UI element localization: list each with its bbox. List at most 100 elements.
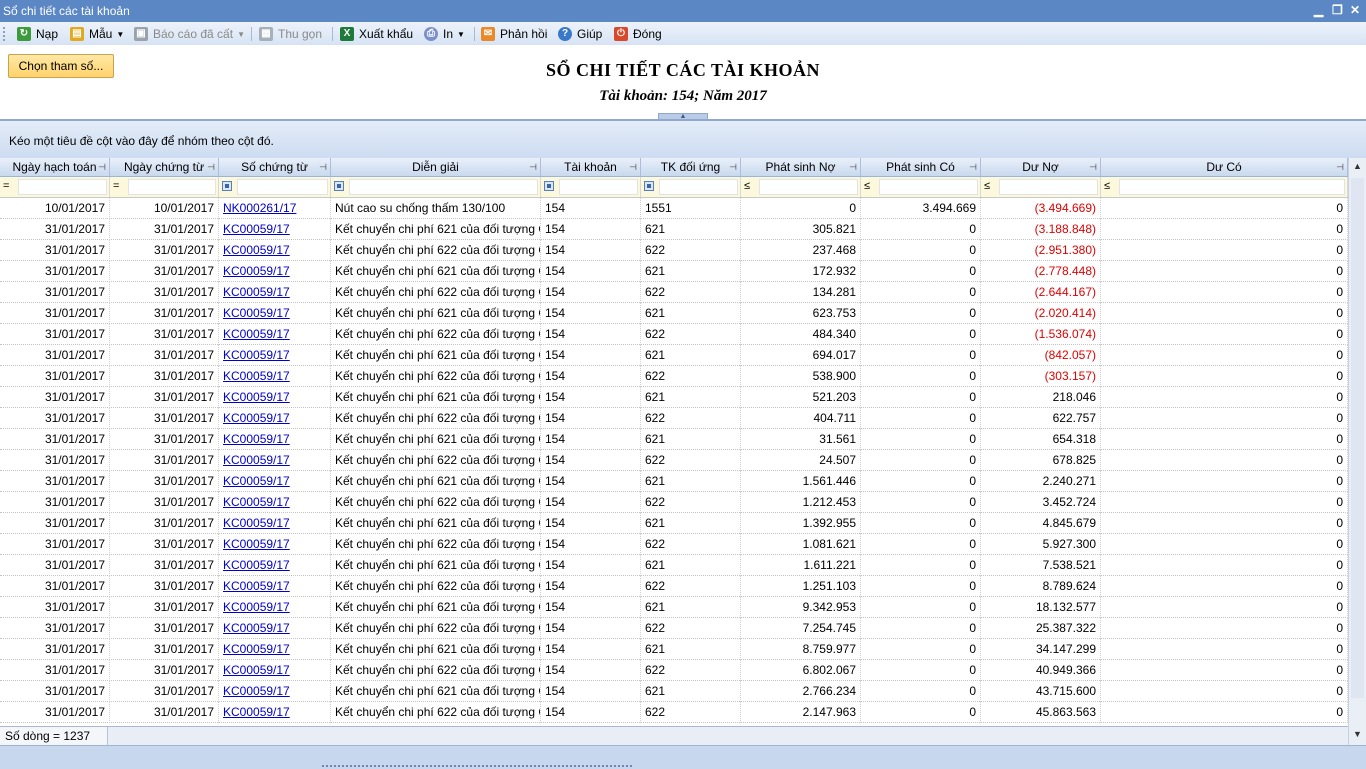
column-header-posting-date[interactable]: Ngày hạch toán ⊣ <box>0 158 110 176</box>
cell-doc-number[interactable]: KC00059/17 <box>219 240 331 261</box>
table-row[interactable]: 31/01/2017 31/01/2017 KC00059/17 Kết chuyển… <box>0 576 1348 597</box>
column-header-description[interactable]: Diễn giải ⊣ <box>331 158 541 176</box>
column-header-debit[interactable]: Phát sinh Nợ ⊣ <box>741 158 861 176</box>
cell-doc-number[interactable]: KC00059/17 <box>219 618 331 639</box>
pin-icon[interactable]: ⊣ <box>529 158 537 176</box>
cell-doc-number[interactable]: KC00059/17 <box>219 345 331 366</box>
table-row[interactable]: 31/01/2017 31/01/2017 KC00059/17 Kết chuyển… <box>0 660 1348 681</box>
cell-doc-number[interactable]: KC00059/17 <box>219 219 331 240</box>
cell-doc-number[interactable]: KC00059/17 <box>219 681 331 702</box>
cell-doc-number[interactable]: KC00059/17 <box>219 534 331 555</box>
pin-icon[interactable]: ⊣ <box>969 158 977 176</box>
column-header-credit-balance[interactable]: Dư Có ⊣ <box>1101 158 1348 176</box>
vertical-scrollbar[interactable]: ▲ ▼ <box>1348 158 1366 745</box>
table-row[interactable]: 31/01/2017 31/01/2017 KC00059/17 Kết chuyển… <box>0 366 1348 387</box>
filter-input[interactable] <box>349 179 538 195</box>
cell-doc-number[interactable]: KC00059/17 <box>219 366 331 387</box>
pin-icon[interactable]: ⊣ <box>1089 158 1097 176</box>
cell-doc-number[interactable]: KC00059/17 <box>219 282 331 303</box>
table-row[interactable]: 31/01/2017 31/01/2017 KC00059/17 Kết chuyển… <box>0 555 1348 576</box>
minimize-icon[interactable]: ▁ <box>1314 3 1323 17</box>
table-row[interactable]: 31/01/2017 31/01/2017 KC00059/17 Kết chuyển… <box>0 618 1348 639</box>
filter-input[interactable] <box>879 179 978 195</box>
reload-button[interactable]: ↻ Nạp <box>17 25 58 43</box>
toolbar-grip[interactable] <box>3 27 8 41</box>
pin-icon[interactable]: ⊣ <box>849 158 857 176</box>
filter-input[interactable] <box>759 179 858 195</box>
column-header-counter-account[interactable]: TK đối ứng ⊣ <box>641 158 741 176</box>
restore-icon[interactable]: ❐ <box>1332 3 1343 17</box>
table-row[interactable]: 31/01/2017 31/01/2017 KC00059/17 Kết chuyển… <box>0 681 1348 702</box>
table-row[interactable]: 31/01/2017 31/01/2017 KC00059/17 Kết chuyển… <box>0 345 1348 366</box>
pin-icon[interactable]: ⊣ <box>98 158 106 176</box>
cell-doc-number[interactable]: NK000261/17 <box>219 198 331 219</box>
saved-reports-button[interactable]: ▣ Báo cáo đã cất ▼ <box>134 25 245 43</box>
table-row[interactable]: 31/01/2017 31/01/2017 KC00059/17 Kết chuyển… <box>0 597 1348 618</box>
table-row[interactable]: 31/01/2017 31/01/2017 KC00059/17 Kết chuyển… <box>0 261 1348 282</box>
cell-doc-number[interactable]: KC00059/17 <box>219 492 331 513</box>
pin-icon[interactable]: ⊣ <box>319 158 327 176</box>
column-header-credit[interactable]: Phát sinh Có ⊣ <box>861 158 981 176</box>
filter-condition-icon[interactable] <box>644 181 654 191</box>
scroll-thumb[interactable] <box>1351 178 1364 698</box>
table-row[interactable]: 31/01/2017 31/01/2017 KC00059/17 Kết chuyển… <box>0 429 1348 450</box>
cell-doc-number[interactable]: KC00059/17 <box>219 660 331 681</box>
table-row[interactable]: 31/01/2017 31/01/2017 KC00059/17 Kết chuyển… <box>0 408 1348 429</box>
template-button[interactable]: ▤ Mẫu ▼ <box>70 25 124 43</box>
cell-doc-number[interactable]: KC00059/17 <box>219 576 331 597</box>
filter-input[interactable] <box>18 179 107 195</box>
filter-operator[interactable]: ≤ <box>1104 180 1110 192</box>
filter-input[interactable] <box>128 179 216 195</box>
table-row[interactable]: 31/01/2017 31/01/2017 KC00059/17 Kết chuyển… <box>0 450 1348 471</box>
filter-input[interactable] <box>237 179 328 195</box>
cell-doc-number[interactable]: KC00059/17 <box>219 555 331 576</box>
cell-doc-number[interactable]: KC00059/17 <box>219 513 331 534</box>
scroll-up-icon[interactable]: ▲ <box>1353 161 1362 171</box>
pin-icon[interactable]: ⊣ <box>629 158 637 176</box>
filter-input[interactable] <box>1119 179 1345 195</box>
cell-doc-number[interactable]: KC00059/17 <box>219 639 331 660</box>
collapse-button[interactable]: ▦ Thu gọn <box>259 25 322 43</box>
filter-condition-icon[interactable] <box>544 181 554 191</box>
close-button[interactable]: ⏻ Đóng <box>614 25 662 43</box>
filter-input[interactable] <box>559 179 638 195</box>
table-row[interactable]: 31/01/2017 31/01/2017 KC00059/17 Kết chuyển… <box>0 387 1348 408</box>
filter-operator[interactable]: ≤ <box>984 180 990 192</box>
cell-doc-number[interactable]: KC00059/17 <box>219 303 331 324</box>
table-row[interactable]: 31/01/2017 31/01/2017 KC00059/17 Kết chuyển… <box>0 702 1348 723</box>
feedback-button[interactable]: ✉ Phản hồi <box>481 25 547 43</box>
cell-doc-number[interactable]: KC00059/17 <box>219 429 331 450</box>
column-header-account[interactable]: Tài khoản ⊣ <box>541 158 641 176</box>
filter-operator[interactable]: ≤ <box>744 180 750 192</box>
table-row[interactable]: 31/01/2017 31/01/2017 KC00059/17 Kết chuyển… <box>0 240 1348 261</box>
scroll-down-icon[interactable]: ▼ <box>1353 729 1362 739</box>
filter-input[interactable] <box>999 179 1098 195</box>
table-row[interactable]: 10/01/2017 10/01/2017 NK000261/17 Nút cao s… <box>0 198 1348 219</box>
filter-operator[interactable]: ≤ <box>864 180 870 192</box>
table-row[interactable]: 31/01/2017 31/01/2017 KC00059/17 Kết chuyển… <box>0 219 1348 240</box>
column-header-doc-date[interactable]: Ngày chứng từ ⊣ <box>110 158 219 176</box>
pin-icon[interactable]: ⊣ <box>1336 158 1344 176</box>
pin-icon[interactable]: ⊣ <box>207 158 215 176</box>
cell-doc-number[interactable]: KC00059/17 <box>219 471 331 492</box>
print-button[interactable]: ⎙ In ▼ <box>424 25 465 43</box>
table-row[interactable]: 31/01/2017 31/01/2017 KC00059/17 Kết chuyển… <box>0 471 1348 492</box>
filter-condition-icon[interactable] <box>334 181 344 191</box>
table-row[interactable]: 31/01/2017 31/01/2017 KC00059/17 Kết chuyển… <box>0 492 1348 513</box>
cell-doc-number[interactable]: KC00059/17 <box>219 324 331 345</box>
filter-operator[interactable]: = <box>113 180 119 192</box>
table-row[interactable]: 31/01/2017 31/01/2017 KC00059/17 Kết chuyển… <box>0 303 1348 324</box>
cell-doc-number[interactable]: KC00059/17 <box>219 261 331 282</box>
column-header-doc-number[interactable]: Số chứng từ ⊣ <box>219 158 331 176</box>
export-button[interactable]: X Xuất khẩu <box>340 25 413 43</box>
close-window-icon[interactable]: ✕ <box>1350 3 1360 17</box>
filter-operator[interactable]: = <box>3 180 9 192</box>
table-row[interactable]: 31/01/2017 31/01/2017 KC00059/17 Kết chuyển… <box>0 513 1348 534</box>
table-row[interactable]: 31/01/2017 31/01/2017 KC00059/17 Kết chuyển… <box>0 282 1348 303</box>
cell-doc-number[interactable]: KC00059/17 <box>219 387 331 408</box>
table-row[interactable]: 31/01/2017 31/01/2017 KC00059/17 Kết chuyển… <box>0 639 1348 660</box>
table-row[interactable]: 31/01/2017 31/01/2017 KC00059/17 Kết chuyển… <box>0 534 1348 555</box>
cell-doc-number[interactable]: KC00059/17 <box>219 450 331 471</box>
column-header-debit-balance[interactable]: Dư Nợ ⊣ <box>981 158 1101 176</box>
cell-doc-number[interactable]: KC00059/17 <box>219 702 331 723</box>
